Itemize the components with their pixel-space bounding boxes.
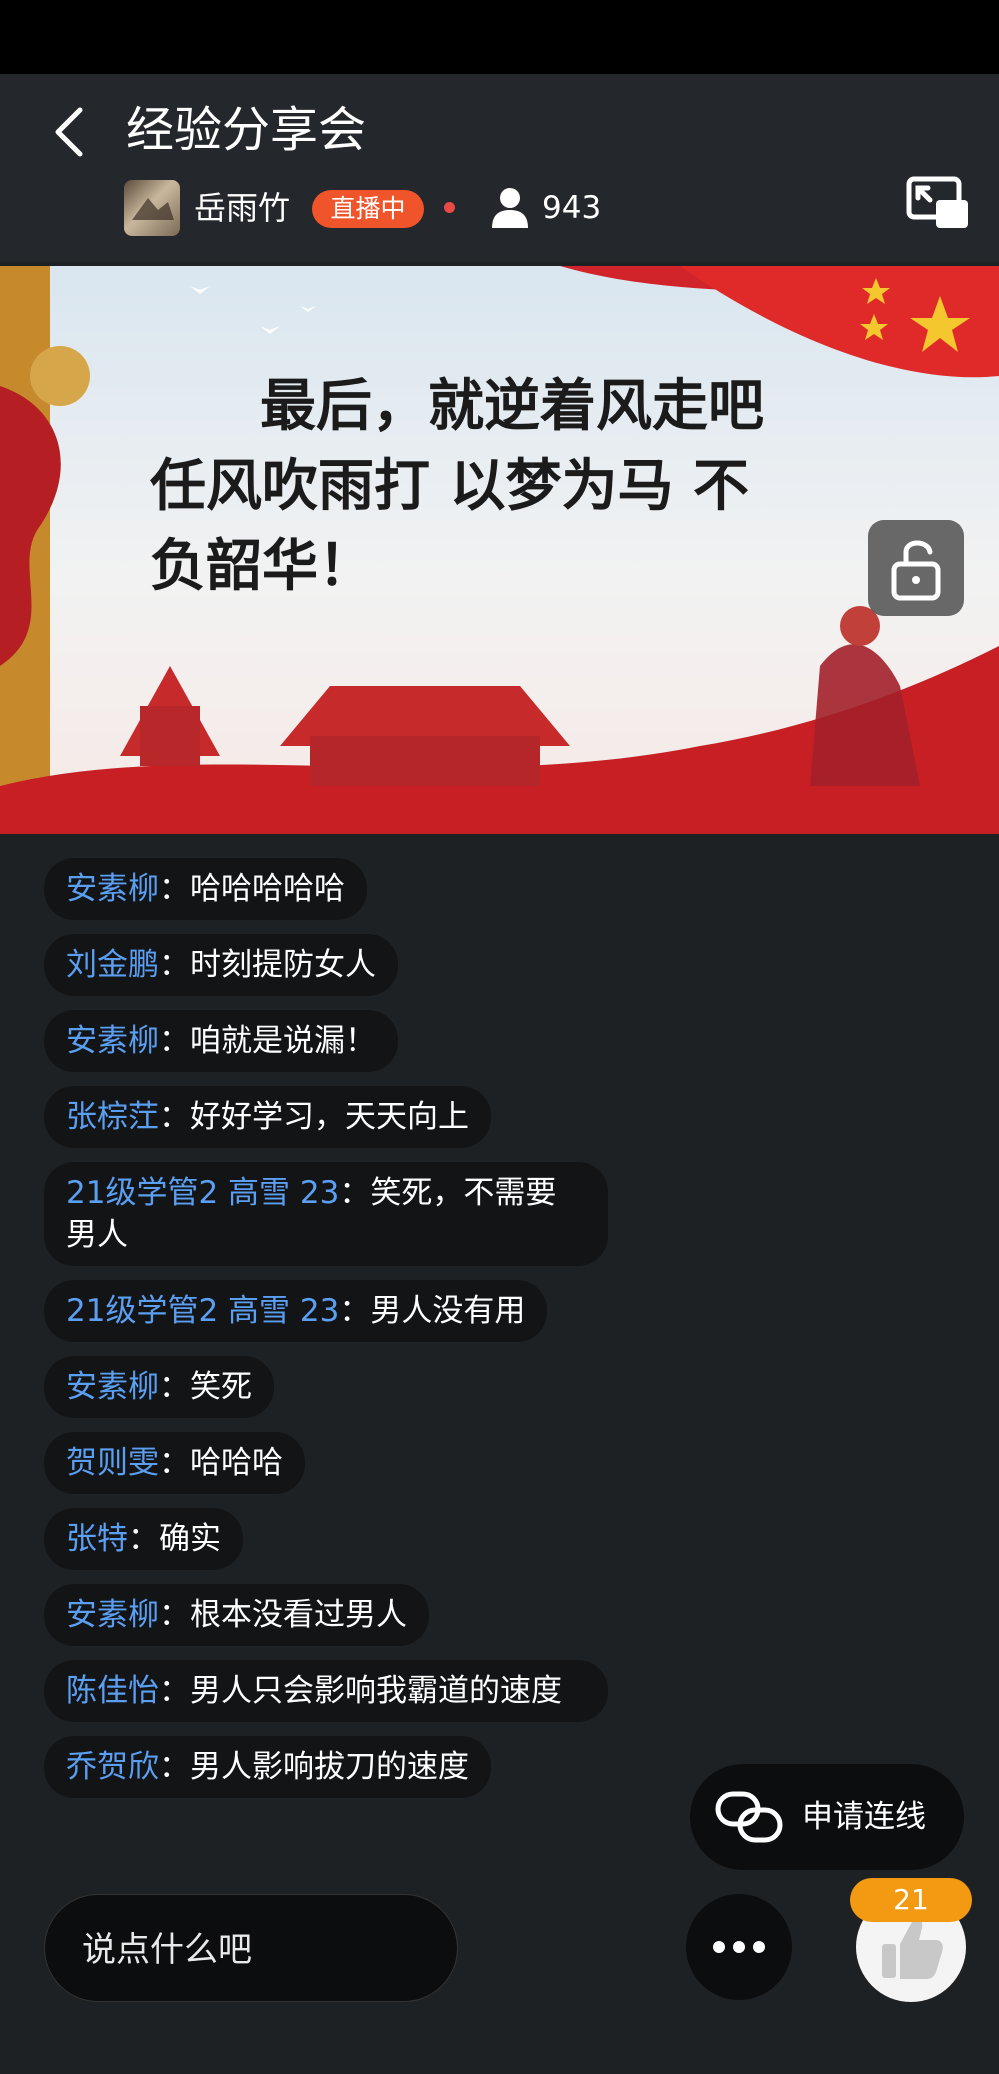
chat-list: 安素柳：哈哈哈哈哈 刘金鹏：时刻提防女人 安素柳：咱就是说漏！ 张棕茳：好好学习… bbox=[44, 858, 644, 1812]
more-button[interactable] bbox=[686, 1894, 792, 2000]
chat-text: 时刻提防女人 bbox=[190, 947, 376, 983]
chat-separator: ： bbox=[159, 947, 190, 983]
picture-in-picture-icon[interactable] bbox=[906, 176, 970, 230]
chat-row: 21级学管2 高雪 23：男人没有用 bbox=[44, 1280, 644, 1356]
live-badge: 直播中 bbox=[312, 190, 424, 228]
chat-separator: ： bbox=[339, 1293, 371, 1329]
chat-message[interactable]: 乔贺欣：男人影响拔刀的速度 bbox=[44, 1736, 491, 1798]
chat-row: 安素柳：咱就是说漏！ bbox=[44, 1010, 644, 1086]
chat-row: 张棕茳：好好学习，天天向上 bbox=[44, 1086, 644, 1162]
host-name[interactable]: 岳雨竹 bbox=[194, 184, 290, 232]
chat-username[interactable]: 安素柳 bbox=[66, 1597, 159, 1633]
chat-text: 哈哈哈 bbox=[190, 1445, 283, 1481]
chat-row: 刘金鹏：时刻提防女人 bbox=[44, 934, 644, 1010]
chat-row: 乔贺欣：男人影响拔刀的速度 bbox=[44, 1736, 644, 1812]
chat-row: 安素柳：根本没看过男人 bbox=[44, 1584, 644, 1660]
chat-message[interactable]: 张棕茳：好好学习，天天向上 bbox=[44, 1086, 491, 1148]
chat-message[interactable]: 刘金鹏：时刻提防女人 bbox=[44, 934, 398, 996]
chat-username[interactable]: 刘金鹏 bbox=[66, 947, 159, 983]
page-title: 经验分享会 bbox=[126, 102, 367, 158]
chat-message[interactable]: 安素柳：根本没看过男人 bbox=[44, 1584, 429, 1646]
chat-separator: ： bbox=[159, 1445, 190, 1481]
host-avatar[interactable] bbox=[124, 180, 180, 236]
chat-username[interactable]: 安素柳 bbox=[66, 871, 159, 907]
chat-message[interactable]: 21级学管2 高雪 23：笑死，不需要男人 bbox=[44, 1162, 608, 1266]
like-count-badge: 21 bbox=[850, 1878, 972, 1922]
chat-separator: ： bbox=[159, 1369, 190, 1405]
chat-text: 笑死 bbox=[190, 1369, 252, 1405]
chat-username[interactable]: 张特 bbox=[66, 1521, 128, 1557]
chat-message[interactable]: 安素柳：咱就是说漏！ bbox=[44, 1010, 398, 1072]
live-dot-icon bbox=[444, 202, 455, 213]
chat-separator: ： bbox=[159, 1673, 190, 1709]
chat-row: 贺则雯：哈哈哈 bbox=[44, 1432, 644, 1508]
unlock-icon bbox=[891, 540, 941, 601]
chat-separator: ： bbox=[159, 1597, 190, 1633]
apply-connect-label[interactable]: 申请连线 bbox=[802, 1796, 926, 1838]
chat-text: 确实 bbox=[159, 1521, 221, 1557]
chat-username[interactable]: 21级学管2 高雪 23 bbox=[66, 1293, 339, 1329]
chat-text: 哈哈哈哈哈 bbox=[190, 871, 345, 907]
back-arrow-icon[interactable] bbox=[50, 104, 90, 160]
chat-row: 21级学管2 高雪 23：笑死，不需要男人 bbox=[44, 1162, 644, 1280]
chat-text: 好好学习，天天向上 bbox=[190, 1099, 469, 1135]
chat-text: 男人影响拔刀的速度 bbox=[190, 1749, 469, 1785]
more-dots-icon bbox=[713, 1941, 765, 1953]
slide-line-1: 最后，就逆着风走吧 bbox=[260, 373, 764, 439]
chat-row: 张特：确实 bbox=[44, 1508, 644, 1584]
screen-lock-button[interactable] bbox=[868, 520, 964, 616]
chat-username[interactable]: 安素柳 bbox=[66, 1369, 159, 1405]
chat-username[interactable]: 陈佳怡 bbox=[66, 1673, 159, 1709]
chat-message[interactable]: 贺则雯：哈哈哈 bbox=[44, 1432, 305, 1494]
comment-input-placeholder[interactable]: 说点什么吧 bbox=[82, 1928, 252, 1972]
chat-text: 咱就是说漏！ bbox=[190, 1023, 376, 1059]
chat-message[interactable]: 安素柳：笑死 bbox=[44, 1356, 274, 1418]
chat-message[interactable]: 21级学管2 高雪 23：男人没有用 bbox=[44, 1280, 548, 1342]
chat-separator: ： bbox=[339, 1175, 371, 1211]
chat-username[interactable]: 贺则雯 bbox=[66, 1445, 159, 1481]
chat-message[interactable]: 张特：确实 bbox=[44, 1508, 243, 1570]
chat-username[interactable]: 张棕茳 bbox=[66, 1099, 159, 1135]
chat-username[interactable]: 安素柳 bbox=[66, 1023, 159, 1059]
status-bar bbox=[0, 0, 999, 74]
chat-row: 陈佳怡：男人只会影响我霸道的速度 bbox=[44, 1660, 644, 1736]
chat-separator: ： bbox=[159, 1023, 190, 1059]
chat-separator: ： bbox=[128, 1521, 159, 1557]
live-video[interactable]: 最后，就逆着风走吧 任风吹雨打 以梦为马 不 负韶华！ bbox=[0, 266, 999, 834]
person-icon bbox=[492, 188, 528, 228]
chat-username[interactable]: 乔贺欣 bbox=[66, 1749, 159, 1785]
avatar-image-icon bbox=[132, 198, 174, 220]
chat-username[interactable]: 21级学管2 高雪 23 bbox=[66, 1175, 339, 1211]
link-icon bbox=[715, 1791, 783, 1843]
chat-text: 男人没有用 bbox=[370, 1293, 526, 1329]
slide-text: 最后，就逆着风走吧 任风吹雨打 以梦为马 不 负韶华！ bbox=[150, 366, 910, 606]
chat-message[interactable]: 安素柳：哈哈哈哈哈 bbox=[44, 858, 367, 920]
chat-separator: ： bbox=[159, 871, 190, 907]
chat-message[interactable]: 陈佳怡：男人只会影响我霸道的速度 bbox=[44, 1660, 608, 1722]
slide-line-2: 任风吹雨打 以梦为马 不 bbox=[150, 453, 749, 519]
slide-line-3: 负韶华！ bbox=[150, 533, 374, 599]
chat-text: 男人只会影响我霸道的速度 bbox=[190, 1673, 562, 1709]
viewer-count: 943 bbox=[542, 190, 602, 226]
chat-row: 安素柳：哈哈哈哈哈 bbox=[44, 858, 644, 934]
chat-text: 根本没看过男人 bbox=[190, 1597, 407, 1633]
chat-row: 安素柳：笑死 bbox=[44, 1356, 644, 1432]
chat-separator: ： bbox=[159, 1749, 190, 1785]
chat-separator: ： bbox=[159, 1099, 190, 1135]
